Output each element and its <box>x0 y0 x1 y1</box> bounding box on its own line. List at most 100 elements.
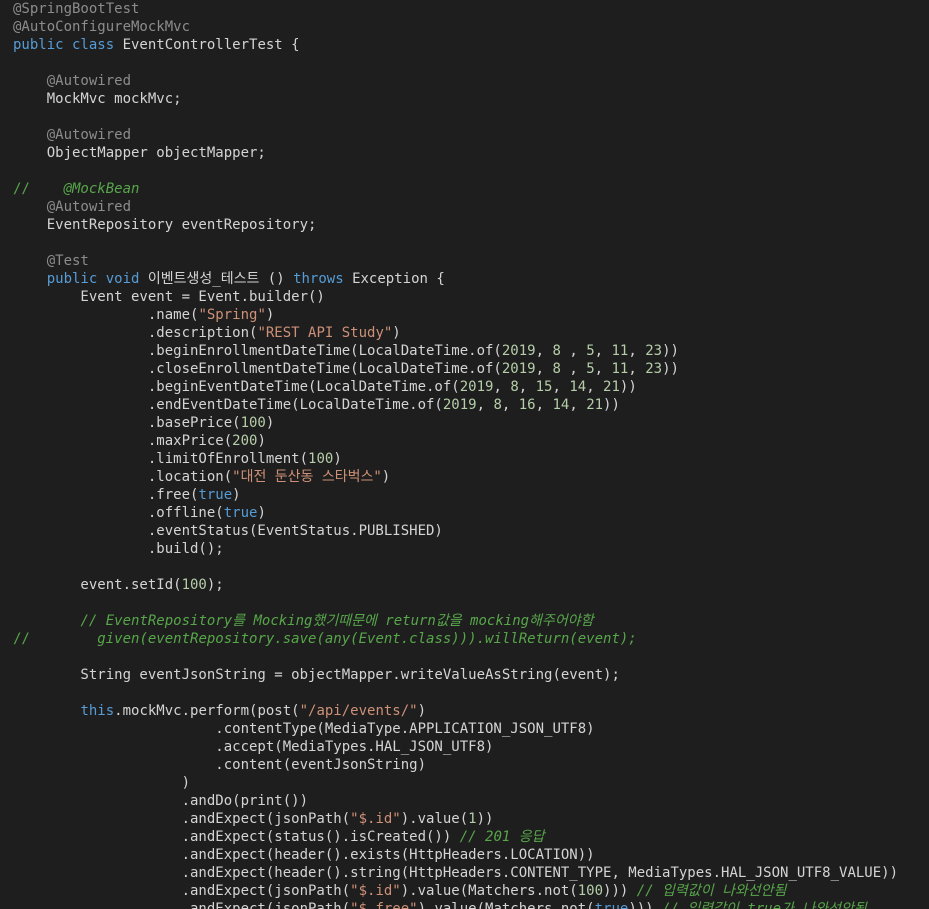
code-line[interactable]: .accept(MediaTypes.HAL_JSON_UTF8) <box>13 738 929 756</box>
code-token: .content(eventJsonString) <box>13 757 427 773</box>
code-token: EventControllerTest { <box>122 37 300 53</box>
code-line[interactable] <box>13 594 929 612</box>
code-line[interactable] <box>13 648 929 666</box>
code-line[interactable]: // given(eventRepository.save(any(Event.… <box>13 630 929 648</box>
code-line[interactable]: .andDo(print()) <box>13 792 929 810</box>
code-token: .andDo(print()) <box>13 793 309 809</box>
code-line[interactable]: .build(); <box>13 540 929 558</box>
code-line[interactable] <box>13 684 929 702</box>
code-token: , <box>535 397 553 413</box>
code-token: .contentType(MediaType.APPLICATION_JSON_… <box>13 721 595 737</box>
comment-token: // 입력값이 나와선안됨 <box>636 883 787 899</box>
code-token: .andExpect(header().string(HttpHeaders.C… <box>13 865 899 881</box>
code-token: ))) <box>628 901 663 909</box>
code-line[interactable]: // @MockBean <box>13 180 929 198</box>
code-line[interactable]: @Test <box>13 252 929 270</box>
code-line[interactable]: .beginEventDateTime(LocalDateTime.of(201… <box>13 378 929 396</box>
number-token: 23 <box>645 343 663 359</box>
code-line[interactable]: .beginEnrollmentDateTime(LocalDateTime.o… <box>13 342 929 360</box>
comment-marker: // <box>13 181 64 197</box>
code-token: ) <box>257 433 266 449</box>
code-line[interactable] <box>13 54 929 72</box>
comment-token: given(eventRepository.save(any(Event.cla… <box>97 631 637 647</box>
code-line[interactable]: .andExpect(status().isCreated()) // 201 … <box>13 828 929 846</box>
code-line[interactable]: .endEventDateTime(LocalDateTime.of(2019,… <box>13 396 929 414</box>
code-line[interactable]: .andExpect(jsonPath("$.id").value(Matche… <box>13 882 929 900</box>
code-line[interactable]: .content(eventJsonString) <box>13 756 929 774</box>
code-line[interactable]: .andExpect(header().string(HttpHeaders.C… <box>13 864 929 882</box>
number-token: 8 <box>552 343 561 359</box>
string-token: "$.id" <box>350 883 401 899</box>
code-line[interactable]: String eventJsonString = objectMapper.wr… <box>13 666 929 684</box>
code-token: ))) <box>603 883 637 899</box>
code-line[interactable]: MockMvc mockMvc; <box>13 90 929 108</box>
code-line[interactable]: .andExpect(jsonPath("$.id").value(1)) <box>13 810 929 828</box>
code-line[interactable]: @Autowired <box>13 72 929 90</box>
code-line[interactable]: .location("대전 둔산동 스타벅스") <box>13 468 929 486</box>
code-token: , <box>594 343 612 359</box>
code-line[interactable]: .andExpect(header().exists(HttpHeaders.L… <box>13 846 929 864</box>
code-line[interactable]: .name("Spring") <box>13 306 929 324</box>
code-line[interactable]: .basePrice(100) <box>13 414 929 432</box>
code-token: .limitOfEnrollment( <box>13 451 309 467</box>
number-token: 14 <box>569 379 587 395</box>
code-token: 이벤트생성_테스트 () <box>147 271 294 287</box>
code-token: .mockMvc.perform(post( <box>114 703 300 719</box>
code-token: ) <box>265 307 275 323</box>
code-line[interactable]: EventRepository eventRepository; <box>13 216 929 234</box>
number-token: 11 <box>611 343 629 359</box>
code-line[interactable]: @SpringBootTest <box>13 0 929 18</box>
code-content[interactable]: @SpringBootTest @AutoConfigureMockMvc publ… <box>13 0 929 909</box>
code-line[interactable]: .description("REST API Study") <box>13 324 929 342</box>
code-line[interactable] <box>13 558 929 576</box>
number-token: 5 <box>586 343 595 359</box>
string-token: "$.free" <box>350 901 418 909</box>
code-line[interactable]: @Autowired <box>13 126 929 144</box>
code-line[interactable] <box>13 234 929 252</box>
code-line[interactable]: event.setId(100); <box>13 576 929 594</box>
code-token: ) <box>13 775 191 791</box>
code-line[interactable]: .contentType(MediaType.APPLICATION_JSON_… <box>13 720 929 738</box>
number-token: 2019 <box>459 379 494 395</box>
code-line[interactable]: .maxPrice(200) <box>13 432 929 450</box>
comment-token: @MockBean <box>63 181 140 197</box>
code-line[interactable]: .andExpect(jsonPath("$.free").value(Matc… <box>13 900 929 909</box>
number-token: 23 <box>645 361 663 377</box>
code-line[interactable]: ObjectMapper objectMapper; <box>13 144 929 162</box>
code-line[interactable]: .closeEnrollmentDateTime(LocalDateTime.o… <box>13 360 929 378</box>
code-line[interactable]: .eventStatus(EventStatus.PUBLISHED) <box>13 522 929 540</box>
code-line[interactable]: .offline(true) <box>13 504 929 522</box>
number-token: 11 <box>611 361 629 377</box>
code-line[interactable]: public void 이벤트생성_테스트 () throws Exceptio… <box>13 270 929 288</box>
code-line[interactable]: .limitOfEnrollment(100) <box>13 450 929 468</box>
code-line[interactable] <box>13 108 929 126</box>
code-token: .offline( <box>13 505 224 521</box>
string-token: "대전 둔산동 스타벅스" <box>232 469 382 485</box>
code-token: , <box>552 379 570 395</box>
keyword-token: true <box>223 505 258 521</box>
code-line[interactable] <box>13 162 929 180</box>
code-token: Event event = Event.builder() <box>13 289 325 305</box>
code-line[interactable]: Event event = Event.builder() <box>13 288 929 306</box>
code-token: .andExpect(header().exists(HttpHeaders.L… <box>13 847 595 863</box>
code-line[interactable]: public class EventControllerTest { <box>13 36 929 54</box>
number-token: 100 <box>577 883 604 899</box>
code-line[interactable]: @Autowired <box>13 198 929 216</box>
code-token: )) <box>476 811 494 827</box>
code-line[interactable]: @AutoConfigureMockMvc <box>13 18 929 36</box>
number-token: 100 <box>308 451 334 467</box>
code-line[interactable]: // EventRepository를 Mocking했기때문에 return값… <box>13 612 929 630</box>
number-token: 200 <box>232 433 258 449</box>
number-token: 1 <box>468 811 477 827</box>
number-token: 8 <box>552 361 561 377</box>
code-editor[interactable]: @SpringBootTest @AutoConfigureMockMvc publ… <box>0 0 929 909</box>
keyword-token: true <box>594 901 629 909</box>
code-line[interactable]: ) <box>13 774 929 792</box>
code-line[interactable]: .free(true) <box>13 486 929 504</box>
code-token: .andExpect(jsonPath( <box>13 883 351 899</box>
code-token: String eventJsonString = objectMapper.wr… <box>13 667 620 683</box>
code-line[interactable]: this.mockMvc.perform(post("/api/events/"… <box>13 702 929 720</box>
